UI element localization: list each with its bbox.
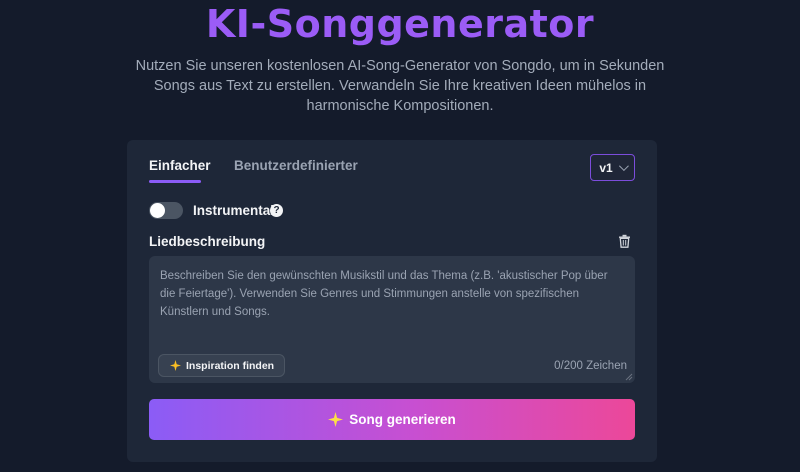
instrumental-toggle[interactable] <box>149 202 183 219</box>
description-label: Liedbeschreibung <box>149 234 266 249</box>
trash-icon[interactable] <box>618 234 631 248</box>
generate-song-label: Song generieren <box>349 412 456 427</box>
resize-handle[interactable] <box>625 373 633 381</box>
chevron-down-icon <box>618 161 629 172</box>
instrumental-label: Instrumental <box>193 203 275 218</box>
version-select-value: v1 <box>599 160 613 175</box>
generator-card: Einfacher Benutzerdefinierter v1 Instrum… <box>127 140 657 462</box>
description-placeholder: Beschreiben Sie den gewünschten Musiksti… <box>160 270 608 318</box>
tab-simple[interactable]: Einfacher <box>149 158 211 173</box>
generate-song-button[interactable]: Song generieren <box>149 399 635 440</box>
version-select[interactable]: v1 <box>590 154 635 181</box>
sparkle-icon <box>170 360 181 371</box>
question-circle-icon[interactable]: ? <box>270 204 283 217</box>
sparkle-icon <box>328 412 344 427</box>
page-subtitle: Nutzen Sie unseren kostenlosen AI-Song-G… <box>135 58 665 114</box>
inspiration-label: Inspiration finden <box>186 359 275 372</box>
active-tab-indicator <box>149 180 201 183</box>
page-title: KI-Songgenerator <box>205 2 595 46</box>
description-textarea[interactable]: Beschreiben Sie den gewünschten Musiksti… <box>149 256 635 383</box>
page: KI-Songgenerator Nutzen Sie unseren kost… <box>0 0 800 472</box>
char-counter: 0/200 Zeichen <box>554 360 627 372</box>
tab-custom[interactable]: Benutzerdefinierter <box>234 158 358 173</box>
inspiration-button[interactable]: Inspiration finden <box>158 354 286 377</box>
toggle-knob <box>150 203 165 218</box>
